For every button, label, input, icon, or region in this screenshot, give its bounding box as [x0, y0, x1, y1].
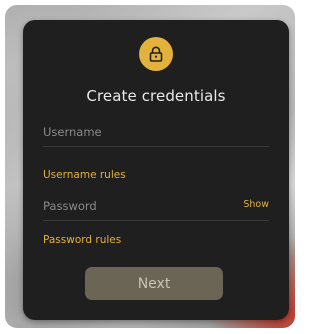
background-photo: Create credentials Username rules Show P…: [5, 5, 295, 328]
next-button[interactable]: Next: [85, 267, 223, 300]
password-rules-link[interactable]: Password rules: [43, 234, 121, 246]
page-title: Create credentials: [86, 87, 226, 105]
password-field-container: Show: [43, 194, 269, 221]
username-input[interactable]: [43, 122, 233, 142]
lock-badge: [139, 37, 173, 71]
username-rules-link[interactable]: Username rules: [43, 169, 126, 181]
show-password-toggle[interactable]: Show: [243, 199, 269, 210]
lock-icon: [149, 46, 163, 62]
username-field-container: [43, 120, 269, 147]
password-input[interactable]: [43, 196, 233, 216]
credentials-card: Create credentials Username rules Show P…: [23, 20, 289, 320]
